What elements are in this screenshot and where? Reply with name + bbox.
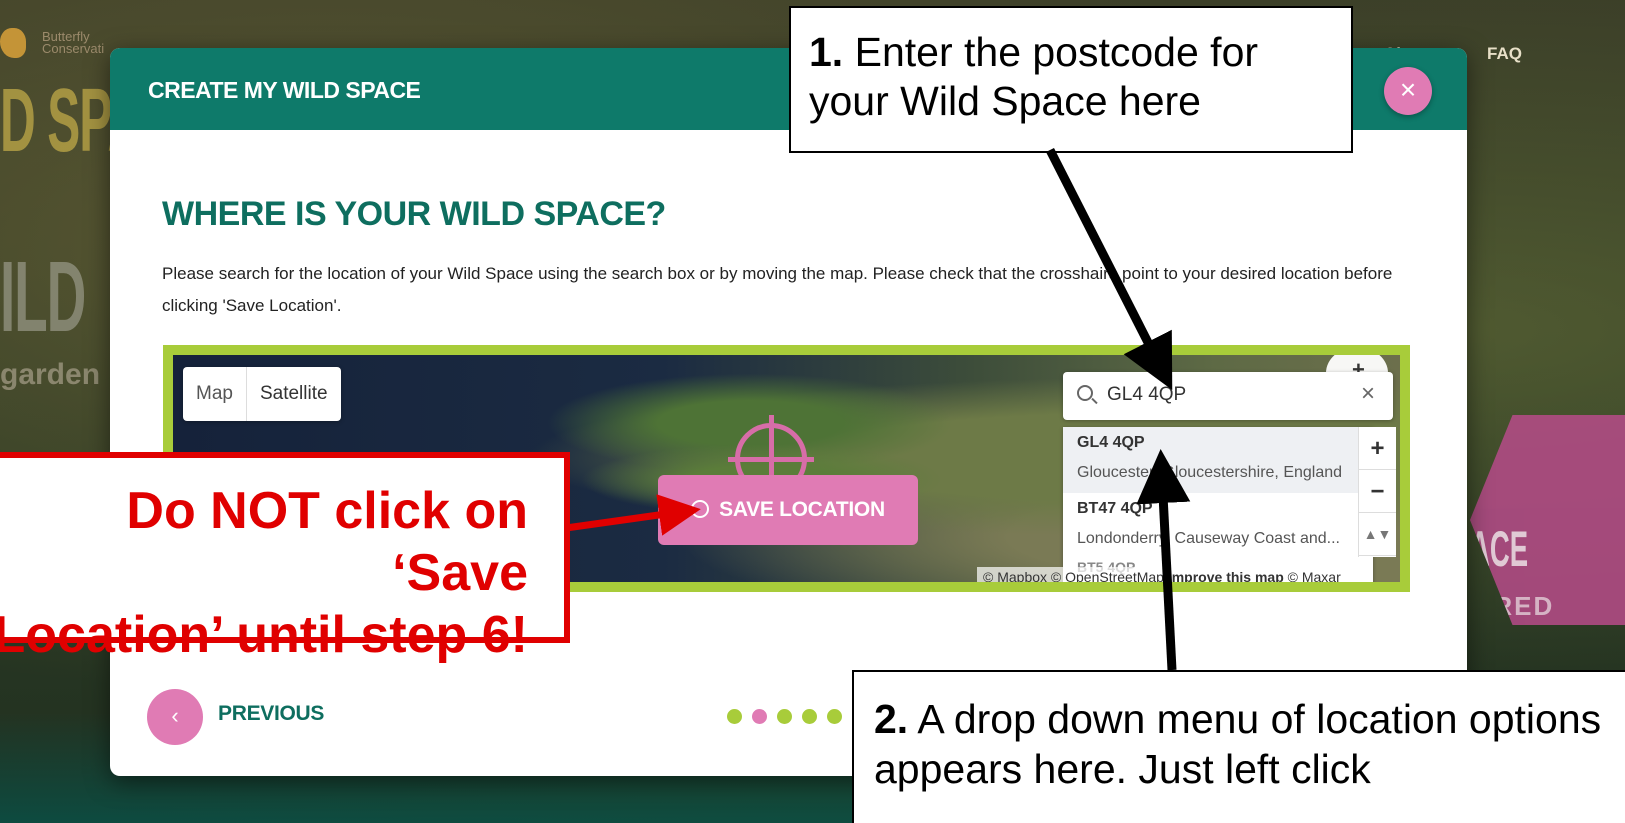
logo-line-2: Conservati — [42, 41, 105, 56]
previous-button[interactable]: ‹ — [147, 689, 203, 745]
result-postcode: BT47 4QP — [1077, 500, 1153, 517]
attribution-text: © Mapbox © OpenStreetMap — [983, 569, 1164, 585]
section-description: Please search for the location of your W… — [162, 264, 1393, 315]
clear-search-icon[interactable]: × — [1361, 380, 1375, 408]
annotation-callout-2: 2. A drop down menu of location options … — [852, 670, 1625, 823]
callout-1-text: Enter the postcode for your Wild Space h… — [809, 29, 1259, 124]
map-option[interactable]: Map — [183, 367, 247, 421]
map-attribution: © Mapbox © OpenStreetMap Improve this ma… — [977, 567, 1347, 585]
search-result-item[interactable]: GL4 4QP Gloucester, Gloucestershire, Eng… — [1063, 427, 1373, 493]
save-location-label: SAVE LOCATION — [719, 498, 885, 521]
step-dot — [752, 709, 767, 724]
map-style-toggle: Map Satellite — [183, 367, 341, 421]
result-postcode: GL4 4QP — [1077, 434, 1145, 451]
chevron-left-icon: ‹ — [171, 703, 179, 728]
satellite-option[interactable]: Satellite — [247, 367, 341, 421]
step-dot — [727, 709, 742, 724]
callout-1-number: 1. — [809, 29, 844, 75]
hero-fragment-2: ILD — [0, 241, 86, 353]
zoom-in-button[interactable]: + — [1359, 427, 1396, 470]
step-indicator — [727, 709, 842, 724]
search-value: GL4 4QP — [1107, 384, 1187, 405]
step-dot — [802, 709, 817, 724]
search-icon — [1077, 385, 1093, 401]
result-place: Gloucester, Gloucestershire, England — [1077, 464, 1343, 481]
butterfly-logo-icon — [0, 28, 26, 58]
attribution-tail: © Maxar — [1287, 569, 1341, 585]
target-icon — [691, 500, 710, 518]
warning-line-2: Location’ until step 6! — [0, 606, 528, 664]
previous-label[interactable]: PREVIOUS — [218, 702, 324, 726]
save-location-button[interactable]: SAVE LOCATION — [658, 475, 918, 545]
create-wild-space-modal: CREATE MY WILD SPACE WHERE IS YOUR WILD … — [110, 48, 1467, 776]
step-dot — [827, 709, 842, 724]
improve-map-link[interactable]: Improve this map — [1168, 569, 1284, 582]
modal-title: CREATE MY WILD SPACE — [148, 77, 421, 103]
zoom-controls: + − ▲▼ — [1358, 427, 1396, 557]
annotation-callout-1: 1. Enter the postcode for your Wild Spac… — [789, 6, 1353, 153]
compass-icon[interactable]: ▲▼ — [1359, 513, 1396, 556]
hero-fragment-3: garden — [0, 358, 101, 391]
section-title: WHERE IS YOUR WILD SPACE? — [162, 195, 666, 233]
location-search-input[interactable]: GL4 4QP × — [1063, 372, 1393, 420]
callout-2-text: A drop down menu of location options app… — [874, 696, 1602, 792]
zoom-out-button[interactable]: − — [1359, 470, 1396, 513]
close-modal-button[interactable]: × — [1384, 67, 1432, 115]
crosshair-horizontal — [728, 457, 814, 462]
warning-box: Do NOT click on ‘Save Location’ until st… — [0, 452, 570, 664]
result-place: Londonderry, Causeway Coast and... — [1077, 530, 1340, 547]
search-result-item[interactable]: BT47 4QP Londonderry, Causeway Coast and… — [1063, 493, 1373, 559]
nav-faq[interactable]: FAQ — [1487, 44, 1522, 64]
callout-2-number: 2. — [874, 696, 909, 742]
step-dot — [777, 709, 792, 724]
warning-line-1: Do NOT click on ‘Save — [126, 482, 528, 602]
